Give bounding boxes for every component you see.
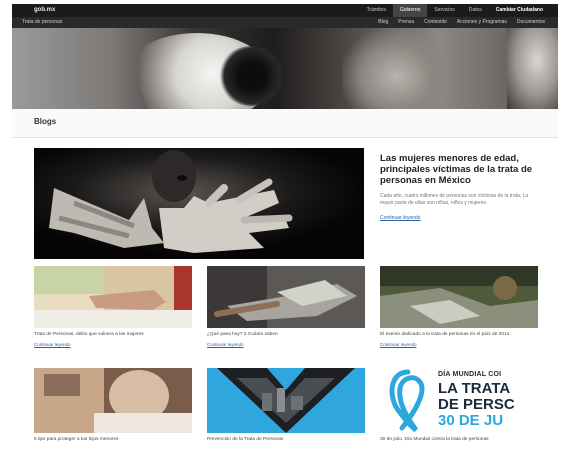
hand-reaching-image [34, 266, 192, 328]
hero-banner-image [12, 28, 558, 109]
article-card-image[interactable] [34, 368, 192, 433]
awareness-day-graphic[interactable]: DÍA MUNDIAL COI LA TRATA DE PERSC 30 DE … [380, 368, 538, 433]
heart-city-image [207, 368, 365, 433]
top-nav-menu: Trámites Gobierno Servicios Datos Cambia… [360, 4, 550, 17]
nav-item-cambiar-ciudadano[interactable]: Cambiar Ciudadano [489, 4, 550, 17]
subnav-item-contenido[interactable]: Contenido [419, 17, 452, 28]
child-photo-image [34, 368, 192, 433]
feature-article-title[interactable]: Las mujeres menores de edad, principales… [380, 153, 540, 186]
ground-photo-image [380, 266, 538, 328]
hero-face-right [507, 28, 558, 109]
day-graphic-line-4: 30 DE JU [438, 412, 504, 429]
article-card-link[interactable]: Continuar leyendo [380, 342, 538, 347]
article-card-title[interactable]: 5 tips para proteger a tus hijos menores [34, 437, 192, 443]
article-card-image[interactable] [34, 266, 192, 328]
site-name[interactable]: Trata de personas [22, 17, 62, 28]
article-card: 5 tips para proteger a tus hijos menores [34, 368, 192, 443]
article-card: Trata de Personas, delito que vulnera a … [34, 266, 192, 347]
nav-item-datos[interactable]: Datos [462, 4, 489, 17]
article-card: ¿Qué pasa hoy? 2 Cuánto saben Continuar … [207, 266, 365, 347]
subnav-item-documentos[interactable]: Documentos [512, 17, 550, 28]
article-card-title[interactable]: El evento dedicado a la trata de persona… [380, 332, 538, 338]
page-title: Blogs [34, 117, 57, 126]
nav-item-servicios[interactable]: Servicios [427, 4, 461, 17]
day-graphic-line-2: LA TRATA [438, 380, 511, 397]
hands-photo-illustration [34, 148, 364, 259]
article-card-image[interactable] [380, 266, 538, 328]
feature-article-image[interactable] [34, 148, 364, 259]
article-card-image[interactable] [207, 266, 365, 328]
money-hand-image [207, 266, 365, 328]
article-card-title[interactable]: 30 de julio, Día Mundial contra la trata… [380, 437, 538, 443]
feature-article-excerpt: Cada año, cuatro millones de personas so… [380, 193, 529, 206]
article-card: Prevención de la Trata de Personas [207, 368, 365, 443]
hero-eye-pupil [217, 46, 287, 106]
day-graphic-line-3: DE PERSC [438, 396, 515, 413]
nav-item-gobierno[interactable]: Gobierno [392, 4, 428, 17]
feature-article: Las mujeres menores de edad, principales… [380, 153, 540, 224]
section-header: Blogs [12, 109, 558, 138]
subnav-item-blog[interactable]: Blog [373, 17, 393, 28]
section-nav-menu: Blog Prensa Contenido Acciones y Program… [373, 17, 550, 28]
section-navigation-bar: Trata de personas Blog Prensa Contenido … [12, 17, 558, 28]
top-navigation-bar: gob.mx Trámites Gobierno Servicios Datos… [12, 4, 558, 17]
feature-read-more-link[interactable]: Continuar leyendo [380, 215, 421, 221]
article-card: El evento dedicado a la trata de persona… [380, 266, 538, 347]
hero-face-shape [342, 28, 452, 109]
day-graphic-line-1: DÍA MUNDIAL COI [438, 371, 502, 378]
subnav-item-acciones[interactable]: Acciones y Programas [452, 17, 512, 28]
article-card-image[interactable] [207, 368, 365, 433]
brand-logo[interactable]: gob.mx [34, 4, 55, 17]
article-card-link[interactable]: Continuar leyendo [207, 342, 365, 347]
nav-item-tramites[interactable]: Trámites [360, 4, 393, 17]
subnav-item-prensa[interactable]: Prensa [393, 17, 419, 28]
article-card-title[interactable]: Prevención de la Trata de Personas [207, 437, 365, 443]
article-card: DÍA MUNDIAL COI LA TRATA DE PERSC 30 DE … [380, 368, 538, 443]
article-card-title[interactable]: Trata de Personas, delito que vulnera a … [34, 332, 192, 338]
blue-ribbon-icon [389, 369, 425, 433]
article-card-title[interactable]: ¿Qué pasa hoy? 2 Cuánto saben [207, 332, 365, 338]
article-card-link[interactable]: Continuar leyendo [34, 342, 192, 347]
